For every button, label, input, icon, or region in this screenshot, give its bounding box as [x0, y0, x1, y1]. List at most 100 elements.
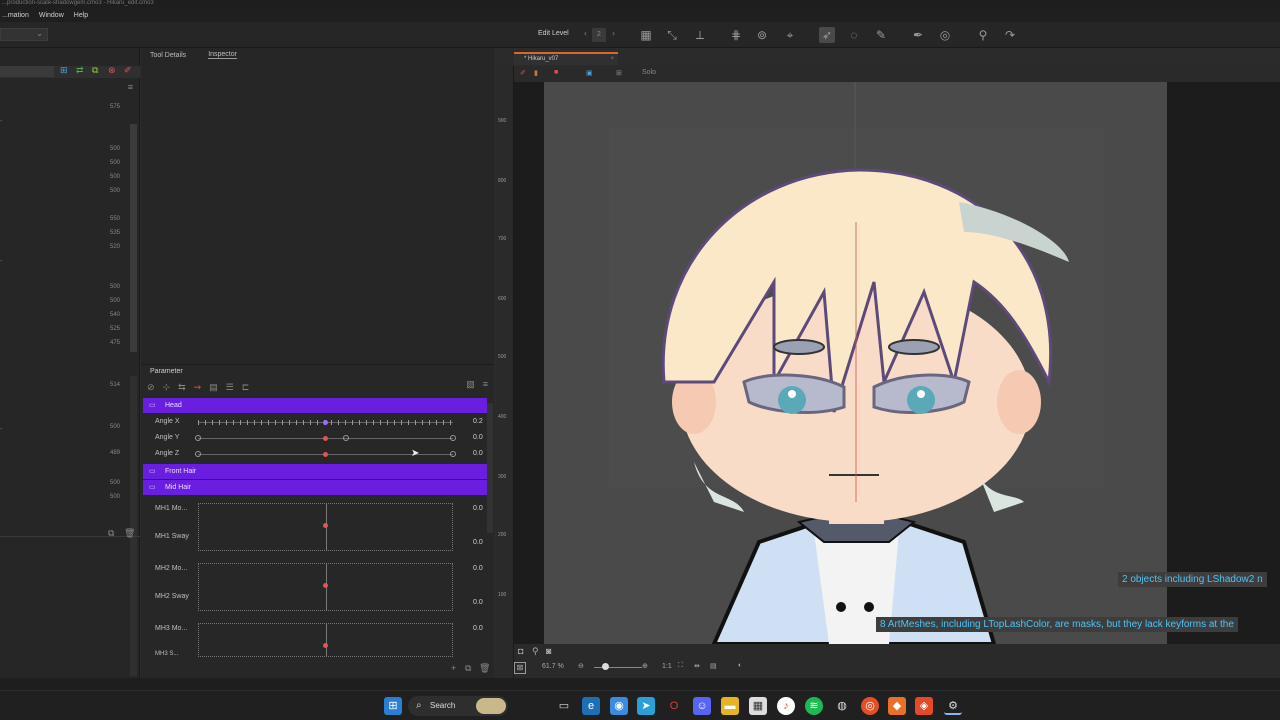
deform-icon[interactable]: ⤡ [664, 27, 680, 43]
discord-icon[interactable]: ☺ [693, 697, 711, 715]
store-icon[interactable]: ▦ [749, 697, 767, 715]
arrow-select-icon[interactable]: ➶ [819, 27, 835, 43]
zoom-ratio[interactable]: 1:1 [662, 663, 672, 670]
parts-scrollbar-lower[interactable] [130, 376, 137, 676]
explorer-icon[interactable]: ▬ [721, 697, 739, 715]
pin-red-icon[interactable]: ✐ [124, 65, 132, 76]
telegram-icon[interactable]: ➤ [637, 697, 655, 715]
param-value[interactable]: 0.2 [473, 418, 483, 425]
camera-icon[interactable]: ◘ [518, 646, 523, 656]
pen-icon[interactable]: ✒ [910, 27, 926, 43]
tab-tool-details[interactable]: Tool Details [150, 52, 186, 59]
param-value[interactable]: 0.0 [473, 565, 483, 572]
cubism-icon[interactable]: ◈ [915, 697, 933, 715]
menu-item-window[interactable]: Window [39, 12, 64, 19]
model-canvas[interactable] [544, 82, 1167, 644]
layout-icon[interactable]: ▦ [638, 27, 654, 43]
zoom-value[interactable]: 61.7 % [542, 663, 564, 670]
param-value[interactable]: 0.0 [473, 539, 483, 546]
record-icon[interactable]: ■ [554, 69, 558, 76]
app-icon[interactable]: ♪ [777, 697, 795, 715]
chevron-right-icon[interactable]: › [612, 28, 615, 38]
param-row-angle-z[interactable]: Angle Z ➤ 0.0 [143, 446, 487, 462]
steam-icon[interactable]: ◍ [833, 697, 851, 715]
keyform-marker[interactable] [195, 435, 201, 441]
spotify-icon[interactable]: ≋ [805, 697, 823, 715]
workspace-dropdown[interactable]: ⌄ [0, 28, 48, 41]
group-mid-hair[interactable]: ▭ Mid Hair [143, 480, 487, 495]
tab-inspector[interactable]: Inspector [208, 51, 237, 59]
copy-icon[interactable]: ⧉ [92, 65, 98, 76]
parts-search-input[interactable] [0, 66, 54, 77]
expand-icon[interactable]: ⊞ [60, 65, 68, 76]
grid-icon[interactable]: ⋕ [728, 27, 744, 43]
trash-icon[interactable]: 🗑 [479, 663, 490, 674]
rotate-icon[interactable]: ⊚ [754, 27, 770, 43]
param-row-mh2[interactable]: MH2 Mo... MH2 Sway 0.0 0.0 [143, 563, 487, 613]
reset-icon[interactable]: ⊘ [147, 382, 155, 393]
param-value[interactable]: 0.0 [473, 450, 483, 457]
slider-knob[interactable] [323, 436, 328, 441]
paint-icon[interactable]: ◆ [888, 697, 906, 715]
copy-icon[interactable]: ⧉ [465, 663, 471, 674]
keyform-marker[interactable] [450, 451, 456, 457]
windows-start-icon[interactable]: ⊞ [384, 697, 402, 715]
document-icon[interactable]: ▧ [466, 379, 475, 390]
edit-level-value[interactable]: 2 [592, 28, 606, 42]
menu-item-help[interactable]: Help [74, 12, 88, 19]
color-icon[interactable]: ▮ [534, 69, 538, 77]
param-row-angle-y[interactable]: Angle Y 0.0 [143, 430, 487, 446]
param-row-mh1[interactable]: MH1 Mo... MH1 Sway 0.0 0.0 [143, 503, 487, 553]
pin-icon[interactable]: ⚲ [532, 646, 539, 657]
viewport[interactable]: 2 objects including LShadow2 n 8 ArtMesh… [514, 82, 1280, 644]
hierarchy-icon[interactable]: ⊏ [242, 382, 250, 393]
warp-icon[interactable]: ⟂ [692, 27, 708, 43]
settings-icon[interactable]: ⚙ [944, 697, 962, 715]
param-value[interactable]: 0.0 [473, 599, 483, 606]
menu-icon[interactable]: ≡ [128, 82, 133, 92]
redo-icon[interactable]: ↷ [1002, 27, 1018, 43]
flip-icon[interactable]: ⇹ [694, 662, 700, 670]
close-icon[interactable]: × [610, 54, 614, 65]
document-tab[interactable]: * Hikaru_v07 × [514, 52, 618, 65]
taskbar-search[interactable]: ⌕ Search [408, 696, 508, 716]
brush-select-icon[interactable]: ✎ [873, 27, 889, 43]
task-view-icon[interactable]: ▭ [555, 697, 573, 715]
display-toggle-icon[interactable]: ◐ [738, 662, 742, 669]
slider-knob[interactable] [323, 523, 328, 528]
parts-scrollbar[interactable] [130, 124, 137, 352]
param-row-angle-x[interactable]: Angle X 0.2 [143, 414, 487, 430]
keyform-marker[interactable] [195, 451, 201, 457]
menu-icon[interactable]: ≡ [483, 379, 488, 390]
menu-item-animation[interactable]: ...mation [2, 12, 29, 19]
list-icon[interactable]: ☰ [226, 382, 234, 393]
pen-red-icon[interactable]: ✐ [520, 69, 526, 77]
slider-knob[interactable] [323, 452, 328, 457]
add-icon[interactable]: ⊹ [163, 382, 171, 393]
lasso-icon[interactable]: ◌ [846, 27, 862, 43]
param-row-mh3[interactable]: MH3 Mo... MH3 S... 0.0 [143, 623, 487, 659]
view-mode-select[interactable]: Solo [642, 69, 656, 76]
group-front-hair[interactable]: ▭ Front Hair [143, 464, 487, 479]
param-value[interactable]: 0.0 [473, 505, 483, 512]
link-param-icon[interactable]: ⇆ [178, 382, 186, 393]
add-icon[interactable]: + [451, 663, 456, 673]
chevron-left-icon[interactable]: ‹ [584, 28, 587, 38]
link-icon[interactable]: ⇄ [76, 65, 84, 76]
zoom-out-icon[interactable]: ⊖ [578, 662, 584, 670]
edge-icon[interactable]: e [582, 697, 600, 715]
glue-icon[interactable]: ⌖ [782, 27, 798, 43]
frame-select-icon[interactable]: ⊠ [514, 662, 526, 674]
table-icon[interactable]: ▤ [209, 382, 218, 393]
layout-icon[interactable]: ▤ [710, 662, 717, 670]
slider-knob[interactable] [323, 420, 328, 425]
parameter-scrollbar[interactable] [487, 403, 493, 533]
trash-icon[interactable]: 🗑 [124, 528, 135, 539]
copy-icon[interactable]: ⧉ [108, 528, 114, 539]
param-value[interactable]: 0.0 [473, 625, 483, 632]
grid-view-icon[interactable]: ⊞ [616, 69, 622, 77]
frame-icon[interactable]: ▣ [586, 69, 593, 77]
zoom-slider-knob[interactable] [602, 663, 609, 670]
target-icon[interactable]: ◎ [937, 27, 953, 43]
opera-icon[interactable]: O [665, 697, 683, 715]
